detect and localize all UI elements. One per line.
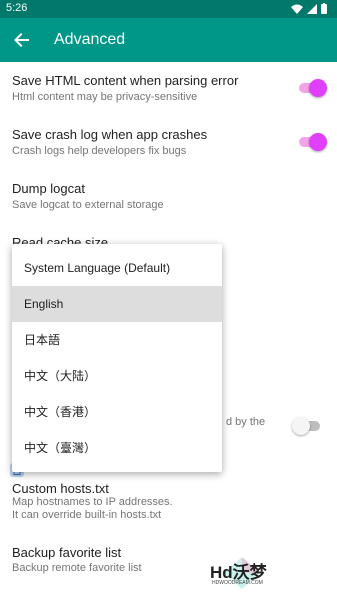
setting-subtitle-line-2: It can override built-in hosts.txt [12,509,162,521]
language-option-japanese[interactable]: 日本語 [12,322,222,358]
setting-dump-logcat[interactable]: Dump logcat Save logcat to external stor… [0,172,337,222]
hidden-setting-switch[interactable] [292,416,320,436]
language-popup-menu: System Language (Default) English 日本語 中文… [12,244,222,472]
setting-title: Save HTML content when parsing error [12,73,239,88]
setting-title: Custom hosts.txt [12,481,109,496]
app-bar: Advanced [0,18,337,62]
setting-save-html[interactable]: Save HTML content when parsing error Htm… [0,64,337,114]
setting-save-crash-log[interactable]: Save crash log when app crashes Crash lo… [0,118,337,168]
switch-thumb [309,133,327,151]
setting-subtitle: Crash logs help developers fix bugs [12,145,187,157]
switch-thumb [292,417,310,435]
setting-subtitle-fragment: d by the [226,416,266,428]
signal-icon [307,3,317,14]
save-crash-log-switch[interactable] [299,132,327,152]
setting-title: Dump logcat [12,181,85,196]
setting-subtitle: Save logcat to external storage [12,199,164,211]
status-time: 5:26 [6,2,28,14]
back-button[interactable] [8,26,36,54]
arrow-back-icon [14,33,29,47]
setting-custom-hosts[interactable]: Custom hosts.txt Map hostnames to IP add… [0,472,337,530]
save-html-switch[interactable] [299,78,327,98]
switch-thumb [309,79,327,97]
page-title: Advanced [54,31,126,48]
setting-subtitle: Html content may be privacy-sensitive [12,91,198,103]
setting-subtitle-line-1: Map hostnames to IP addresses. [12,496,173,508]
language-option-chinese-hongkong[interactable]: 中文（香港） [12,394,222,430]
status-bar: 5:26 [0,0,337,18]
battery-icon [321,3,327,14]
watermark-subtext: HDWOODREAM.COM [212,580,263,586]
setting-title: Backup favorite list [12,545,122,560]
wifi-icon [291,4,303,14]
language-option-chinese-mainland[interactable]: 中文（大陆） [12,358,222,394]
status-icons [291,3,327,14]
setting-subtitle: Backup remote favorite list [12,562,142,574]
setting-read-cache-size[interactable]: Read cache size [0,226,337,250]
setting-title: Save crash log when app crashes [12,127,208,142]
language-option-system-default[interactable]: System Language (Default) [12,250,222,286]
language-option-english[interactable]: English [12,286,222,322]
setting-backup-favorites[interactable]: Backup favorite list Backup remote favor… [0,536,337,586]
language-option-chinese-taiwan[interactable]: 中文（臺灣） [12,430,222,466]
watermark-logo: Hd沃梦 HDWOODREAM.COM [208,556,268,590]
